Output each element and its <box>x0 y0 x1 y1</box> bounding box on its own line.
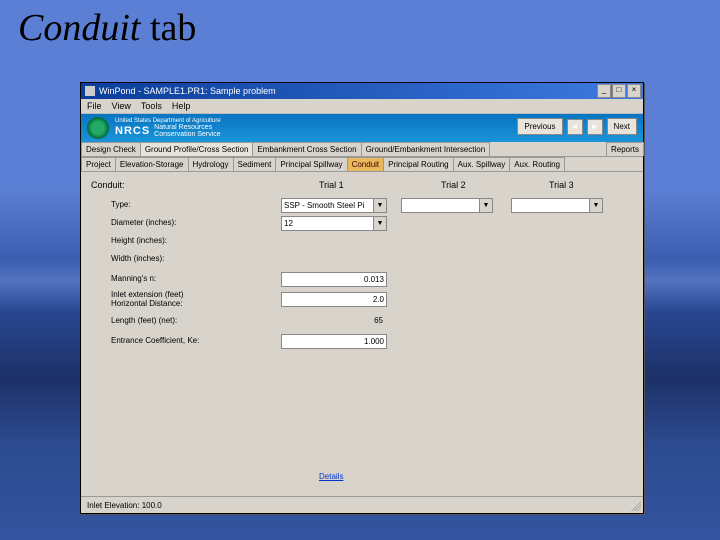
chevron-down-icon: ▼ <box>479 199 492 212</box>
group-label: Conduit: <box>91 180 125 190</box>
app-window: WinPond - SAMPLE1.PR1: Sample problem _ … <box>80 82 644 514</box>
close-button[interactable]: × <box>627 84 641 98</box>
tab-elevation-storage[interactable]: Elevation-Storage <box>115 157 189 171</box>
tabs-row-1: Design Check Ground Profile/Cross Sectio… <box>81 142 643 157</box>
tab-principal-routing[interactable]: Principal Routing <box>383 157 453 171</box>
length-value: 65 <box>281 314 385 327</box>
inlet-field[interactable]: 2.0 <box>281 292 387 307</box>
next-button[interactable]: Next <box>607 118 637 135</box>
label-inlet2: Horizontal Distance: <box>111 299 183 308</box>
diameter-select[interactable]: 12 ▼ <box>281 216 387 231</box>
status-text: Inlet Elevation: 100.0 <box>87 501 162 510</box>
previous-arrow-icon[interactable]: ◄ <box>567 119 583 135</box>
banner: United States Department of Agriculture … <box>81 114 643 142</box>
menu-file[interactable]: File <box>87 101 102 111</box>
tab-sediment[interactable]: Sediment <box>233 157 277 171</box>
tab-embankment[interactable]: Embankment Cross Section <box>252 142 361 156</box>
tab-aux-spillway[interactable]: Aux. Spillway <box>453 157 511 171</box>
slide-title: Conduit tab <box>18 6 196 50</box>
statusbar: Inlet Elevation: 100.0 <box>81 496 643 513</box>
next-arrow-icon[interactable]: ► <box>587 119 603 135</box>
content-area: Conduit: Trial 1 Trial 2 Trial 3 Type: S… <box>81 172 643 492</box>
col-trial3: Trial 3 <box>549 180 574 190</box>
tab-principal-spillway[interactable]: Principal Spillway <box>275 157 347 171</box>
tab-hydrology[interactable]: Hydrology <box>188 157 234 171</box>
chevron-down-icon: ▼ <box>589 199 602 212</box>
banner-name2: Conservation Service <box>154 131 221 138</box>
col-trial1: Trial 1 <box>319 180 344 190</box>
tab-intersection[interactable]: Ground/Embankment Intersection <box>361 142 491 156</box>
tab-conduit[interactable]: Conduit <box>347 157 385 171</box>
slide-title-rest: tab <box>140 7 196 49</box>
tab-project[interactable]: Project <box>81 157 116 171</box>
titlebar[interactable]: WinPond - SAMPLE1.PR1: Sample problem _ … <box>81 83 643 99</box>
slide-title-italic: Conduit <box>18 7 140 49</box>
label-length: Length (feet) (net): <box>111 316 177 325</box>
type-select-trial2[interactable]: ▼ <box>401 198 493 213</box>
diameter-value: 12 <box>282 219 373 228</box>
type-select-trial1[interactable]: SSP - Smooth Steel Pi ▼ <box>281 198 387 213</box>
label-width: Width (inches): <box>111 254 164 263</box>
label-diameter: Diameter (inches): <box>111 218 176 227</box>
banner-acronym: NRCS <box>115 125 150 137</box>
menu-help[interactable]: Help <box>172 101 191 111</box>
chevron-down-icon: ▼ <box>373 199 386 212</box>
chevron-down-icon: ▼ <box>373 217 386 230</box>
menu-view[interactable]: View <box>112 101 131 111</box>
label-type: Type: <box>111 200 131 209</box>
label-height: Height (inches): <box>111 236 167 245</box>
tab-ground-profile[interactable]: Ground Profile/Cross Section <box>140 142 254 156</box>
previous-button[interactable]: Previous <box>517 118 562 135</box>
resize-grip-icon[interactable] <box>631 501 641 511</box>
tab-design-check[interactable]: Design Check <box>81 142 141 156</box>
tabs-row-2: Project Elevation-Storage Hydrology Sedi… <box>81 157 643 172</box>
type-select-trial3[interactable]: ▼ <box>511 198 603 213</box>
type-value: SSP - Smooth Steel Pi <box>282 201 373 210</box>
window-title: WinPond - SAMPLE1.PR1: Sample problem <box>99 86 276 96</box>
col-trial2: Trial 2 <box>441 180 466 190</box>
label-inlet1: Inlet extension (feet) <box>111 290 183 299</box>
tab-reports[interactable]: Reports <box>606 142 644 156</box>
app-icon <box>85 86 95 96</box>
manning-field[interactable]: 0.013 <box>281 272 387 287</box>
banner-text: United States Department of Agriculture … <box>115 118 221 138</box>
menubar: File View Tools Help <box>81 99 643 114</box>
label-entrance: Entrance Coefficient, Ke: <box>111 336 199 345</box>
minimize-button[interactable]: _ <box>597 84 611 98</box>
banner-name1: Natural Resources <box>154 124 221 131</box>
entrance-field[interactable]: 1.000 <box>281 334 387 349</box>
nrcs-logo-icon <box>87 117 109 139</box>
label-manning: Manning's n: <box>111 274 156 283</box>
tab-aux-routing[interactable]: Aux. Routing <box>509 157 565 171</box>
details-link[interactable]: Details <box>319 472 343 481</box>
maximize-button[interactable]: □ <box>612 84 626 98</box>
menu-tools[interactable]: Tools <box>141 101 162 111</box>
